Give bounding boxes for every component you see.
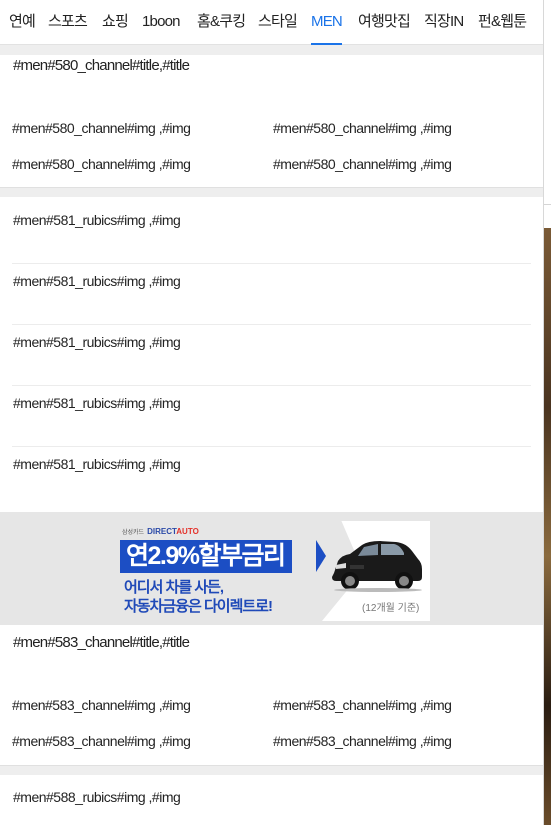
channel-580-img[interactable]: #men#580_channel#img ,#img — [273, 120, 452, 136]
suv-car-icon — [332, 541, 422, 592]
tab-men[interactable]: MEN — [311, 0, 343, 45]
tab-fun-webtoon[interactable]: 펀&웹툰 — [478, 0, 527, 44]
section-divider — [0, 765, 543, 775]
ad-banner-content: 삼성카드 DIRECTAUTO 연2.9%할부금리 어디서 차를 사든, 자동차금… — [118, 521, 430, 621]
ad-brand-logo: 삼성카드 DIRECTAUTO — [122, 527, 199, 536]
tab-office[interactable]: 직장IN — [424, 0, 464, 44]
channel-580-img[interactable]: #men#580_channel#img ,#img — [273, 156, 452, 172]
list-divider — [12, 324, 531, 325]
content-panel: 연예 스포츠 쇼핑 1boon 홈&쿠킹 스타일 MEN 여행맛집 직장IN 펀… — [0, 0, 544, 825]
channel-583-img[interactable]: #men#583_channel#img ,#img — [12, 733, 191, 749]
channel-583-title[interactable]: #men#583_channel#title,#title — [13, 634, 190, 651]
channel-583-img[interactable]: #men#583_channel#img ,#img — [12, 697, 191, 713]
rubics-588-item[interactable]: #men#588_rubics#img ,#img — [13, 789, 181, 805]
ad-tagline-1: 어디서 차를 사든, — [124, 579, 224, 596]
channel-580-img[interactable]: #men#580_channel#img ,#img — [12, 156, 191, 172]
section-divider — [0, 187, 543, 197]
tab-shopping[interactable]: 쇼핑 — [102, 0, 129, 44]
channel-580-img[interactable]: #men#580_channel#img ,#img — [12, 120, 191, 136]
channel-580-title[interactable]: #men#580_channel#title,#title — [13, 57, 190, 74]
channel-583-img[interactable]: #men#583_channel#img ,#img — [273, 733, 452, 749]
rubics-581-item[interactable]: #men#581_rubics#img ,#img — [13, 456, 181, 472]
list-divider — [12, 446, 531, 447]
background-top-right — [544, 0, 551, 228]
category-nav: 연예 스포츠 쇼핑 1boon 홈&쿠킹 스타일 MEN 여행맛집 직장IN 펀… — [0, 0, 543, 45]
ad-rate-headline: 연2.9%할부금리 — [120, 540, 293, 573]
background-photo — [544, 228, 551, 825]
ad-banner[interactable]: 삼성카드 DIRECTAUTO 연2.9%할부금리 어디서 차를 사든, 자동차금… — [0, 512, 543, 625]
tab-travel-food[interactable]: 여행맛집 — [358, 0, 411, 44]
section-divider — [0, 45, 543, 55]
rubics-581-item[interactable]: #men#581_rubics#img ,#img — [13, 334, 181, 350]
ad-rate-arrow-icon — [316, 540, 326, 572]
channel-583-img[interactable]: #men#583_channel#img ,#img — [273, 697, 452, 713]
tab-sports[interactable]: 스포츠 — [48, 0, 88, 44]
tab-1boon[interactable]: 1boon — [142, 0, 181, 44]
list-divider — [12, 385, 531, 386]
tab-entertainment[interactable]: 연예 — [9, 0, 36, 44]
list-divider — [12, 263, 531, 264]
ad-note: (12개월 기준) — [362, 603, 420, 614]
tab-home-cooking[interactable]: 홈&쿠킹 — [197, 0, 246, 44]
rubics-581-item[interactable]: #men#581_rubics#img ,#img — [13, 273, 181, 289]
ad-tagline-2: 자동차금융은 다이렉트로! — [124, 598, 273, 615]
tab-style[interactable]: 스타일 — [258, 0, 298, 44]
rubics-581-item[interactable]: #men#581_rubics#img ,#img — [13, 395, 181, 411]
rubics-581-item[interactable]: #men#581_rubics#img ,#img — [13, 212, 181, 228]
